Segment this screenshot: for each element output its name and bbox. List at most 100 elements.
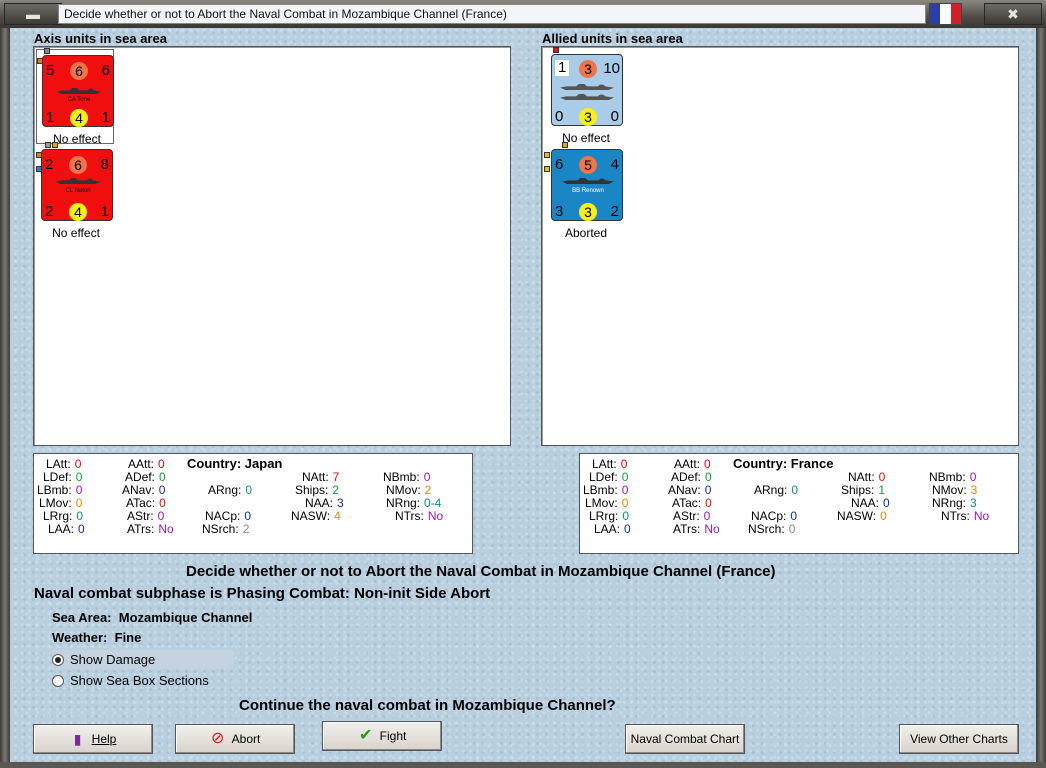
weather-row: Weather: Fine xyxy=(52,630,142,645)
stat-laa: LAA: 0 xyxy=(48,522,85,536)
unit-value: 2 xyxy=(45,203,54,220)
stat-anav: ANav: 0 xyxy=(668,483,712,497)
allied-stats-panel: LAtt: 0 LDef: 0 LBmb: 0 LMov: 0 LRrg: 0 LAA: 0… xyxy=(579,453,1019,554)
unit-counter[interactable]: 2 6 8 CL Natori 2 4 1 xyxy=(41,149,113,221)
help-label: Help xyxy=(91,732,117,746)
stat-ntrs: NTrs: No xyxy=(395,509,444,523)
unit-value: 1 xyxy=(46,109,55,126)
stat-ntrs: NTrs: No xyxy=(941,509,990,523)
stat-nasw: NASW: 4 xyxy=(291,509,341,523)
stat-laa: LAA: 0 xyxy=(594,522,631,536)
stat-lmov: LMov: 0 xyxy=(585,496,629,510)
help-button[interactable]: ▮ Help xyxy=(33,724,153,754)
stat-nbmb: NBmb: 0 xyxy=(929,470,977,484)
axis-stats-panel: LAtt: 0 LDef: 0 LBmb: 0 LMov: 0 LRrg: 0 LAA: 0… xyxy=(33,453,473,554)
no-entry-icon: ⊘ xyxy=(210,730,225,747)
stat-ships: Ships: 2 xyxy=(295,483,340,497)
unit-value: 4 xyxy=(70,109,88,127)
axis-country: Country: Japan xyxy=(187,456,283,471)
unit-status: Aborted xyxy=(564,226,608,240)
stat-nsrch: NSrch: 2 xyxy=(202,522,250,536)
ship-icon xyxy=(562,178,614,184)
unit-status: No effect xyxy=(562,131,610,145)
stat-aatt: AAtt: 0 xyxy=(128,457,165,471)
stat-nrng: NRng: 3 xyxy=(932,496,977,510)
continue-question: Continue the naval combat in Mozambique … xyxy=(239,697,616,714)
show-sea-box-label: Show Sea Box Sections xyxy=(70,673,209,688)
unit-counter[interactable]: 1 3 10 0 3 0 xyxy=(551,54,623,126)
stat-arng: ARng: 0 xyxy=(754,483,799,497)
stack-marker-icon xyxy=(45,142,51,148)
stat-nacp: NACp: 0 xyxy=(751,509,798,523)
axis-unit-ca-tone[interactable]: 5 6 6 CA Tone 1 4 1 No effect xyxy=(36,48,114,146)
book-icon: ▮ xyxy=(73,731,82,747)
stat-lbmb: LBmb: 0 xyxy=(37,483,83,497)
axis-unit-cl-natori[interactable]: 2 6 8 CL Natori 2 4 1 No effect xyxy=(36,142,114,240)
stat-aatt: AAtt: 0 xyxy=(674,457,711,471)
stat-nrng: NRng: 0-4 xyxy=(386,496,442,510)
window-frame-bottom xyxy=(0,762,1046,768)
fight-button[interactable]: ✔ Fight xyxy=(322,721,442,751)
allied-sea-box: 1 3 10 0 3 0 No effect 6 5 4 BB Renown 3… xyxy=(541,46,1019,446)
unit-name: CL Natori xyxy=(65,188,91,194)
radio-selected-icon[interactable] xyxy=(52,653,64,666)
stack-marker-icon xyxy=(562,142,568,148)
unit-value: 3 xyxy=(579,203,597,221)
stat-nasw: NASW: 0 xyxy=(837,509,887,523)
unit-value: 3 xyxy=(579,60,597,78)
allied-unit-bb-renown[interactable]: 6 5 4 BB Renown 3 3 2 Aborted xyxy=(544,142,624,240)
stat-lbmb: LBmb: 0 xyxy=(583,483,629,497)
unit-value: 4 xyxy=(610,156,619,173)
unit-value: 0 xyxy=(555,108,564,125)
main-heading: Decide whether or not to Abort the Naval… xyxy=(186,563,776,580)
allied-country: Country: France xyxy=(733,456,834,471)
stack-marker-icon xyxy=(553,47,559,53)
stat-adef: ADef: 0 xyxy=(125,470,166,484)
stat-ldef: LDef: 0 xyxy=(589,470,629,484)
unit-value: 3 xyxy=(555,203,564,220)
unit-value: 10 xyxy=(603,60,620,77)
allied-unit-1[interactable]: 1 3 10 0 3 0 No effect xyxy=(546,47,624,145)
sea-area-row: Sea Area: Mozambique Channel xyxy=(52,610,253,625)
naval-combat-chart-label: Naval Combat Chart xyxy=(630,732,740,746)
stat-naa: NAA: 0 xyxy=(851,496,890,510)
stat-latt: LAtt: 0 xyxy=(46,457,82,471)
window-frame-left xyxy=(0,26,10,768)
abort-button[interactable]: ⊘ Abort xyxy=(175,724,295,754)
title-bar: ▬ Decide whether or not to Abort the Nav… xyxy=(0,0,1046,28)
unit-value: 0 xyxy=(610,108,619,125)
view-other-charts-button[interactable]: View Other Charts xyxy=(899,724,1019,754)
unit-value: 8 xyxy=(100,156,109,173)
france-flag-icon xyxy=(929,3,962,25)
stat-nsrch: NSrch: 0 xyxy=(748,522,796,536)
window-minimize-icon[interactable]: ▬ xyxy=(4,3,62,25)
show-damage-radio[interactable]: Show Damage xyxy=(52,650,233,669)
subphase-text: Naval combat subphase is Phasing Combat:… xyxy=(34,585,491,602)
ship-icon xyxy=(56,178,100,184)
radio-unselected-icon[interactable] xyxy=(52,674,64,687)
naval-combat-chart-button[interactable]: Naval Combat Chart xyxy=(625,724,745,754)
stat-astr: AStr: 0 xyxy=(127,509,165,523)
unit-counter[interactable]: 6 5 4 BB Renown 3 3 2 xyxy=(551,149,623,221)
stat-anav: ANav: 0 xyxy=(122,483,166,497)
show-sea-box-radio[interactable]: Show Sea Box Sections xyxy=(52,673,209,688)
unit-value: 1 xyxy=(101,109,110,126)
stack-marker-icon xyxy=(44,48,50,54)
stat-atac: ATac: 0 xyxy=(672,496,712,510)
unit-value: 5 xyxy=(46,62,55,79)
stat-naa: NAA: 3 xyxy=(305,496,344,510)
stack-marker-icon xyxy=(52,142,58,148)
unit-counter[interactable]: 5 6 6 CA Tone 1 4 1 xyxy=(42,55,114,127)
unit-value: 5 xyxy=(579,156,597,174)
stack-marker-icon xyxy=(544,152,550,158)
unit-value: 6 xyxy=(101,62,110,79)
unit-name: CA Tone xyxy=(67,97,91,103)
unit-status: No effect xyxy=(52,226,100,240)
checkmark-icon: ✔ xyxy=(358,727,373,744)
unit-value: 6 xyxy=(69,156,87,174)
stat-astr: AStr: 0 xyxy=(673,509,711,523)
window-frame-right xyxy=(1036,26,1046,768)
close-icon[interactable]: ✖ xyxy=(984,3,1042,25)
ship-icon xyxy=(560,94,614,100)
ship-icon xyxy=(57,88,101,94)
